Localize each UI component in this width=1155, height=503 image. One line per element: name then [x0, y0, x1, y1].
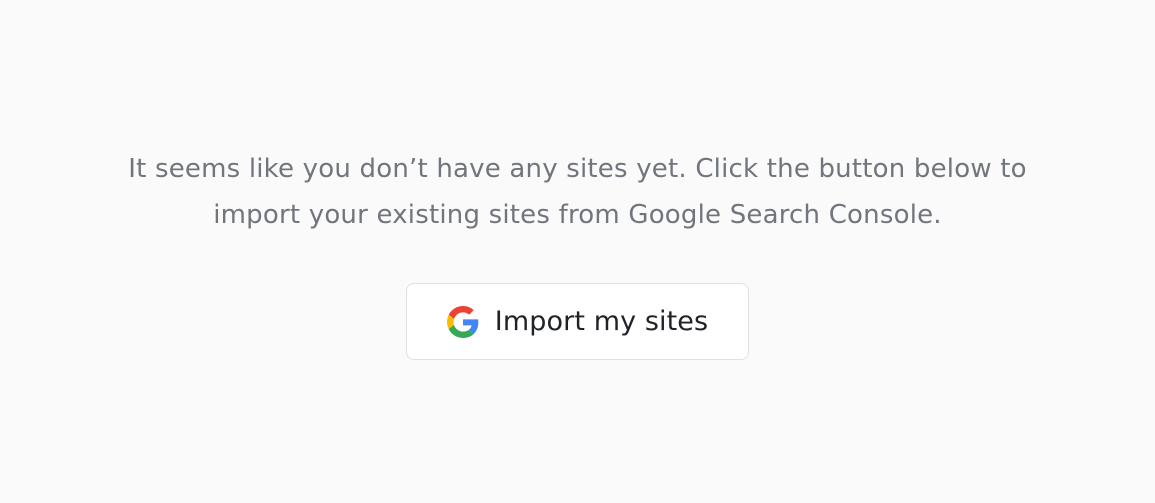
empty-state-message-line-2: import your existing sites from Google S…	[213, 200, 942, 230]
empty-state: It seems like you don’t have any sites y…	[0, 0, 1155, 503]
empty-state-message-line-1: It seems like you don’t have any sites y…	[128, 154, 1027, 184]
import-sites-button[interactable]: Import my sites	[406, 283, 749, 360]
import-sites-button-label: Import my sites	[494, 306, 709, 337]
empty-state-message: It seems like you don’t have any sites y…	[0, 146, 1155, 238]
google-icon	[446, 305, 479, 338]
